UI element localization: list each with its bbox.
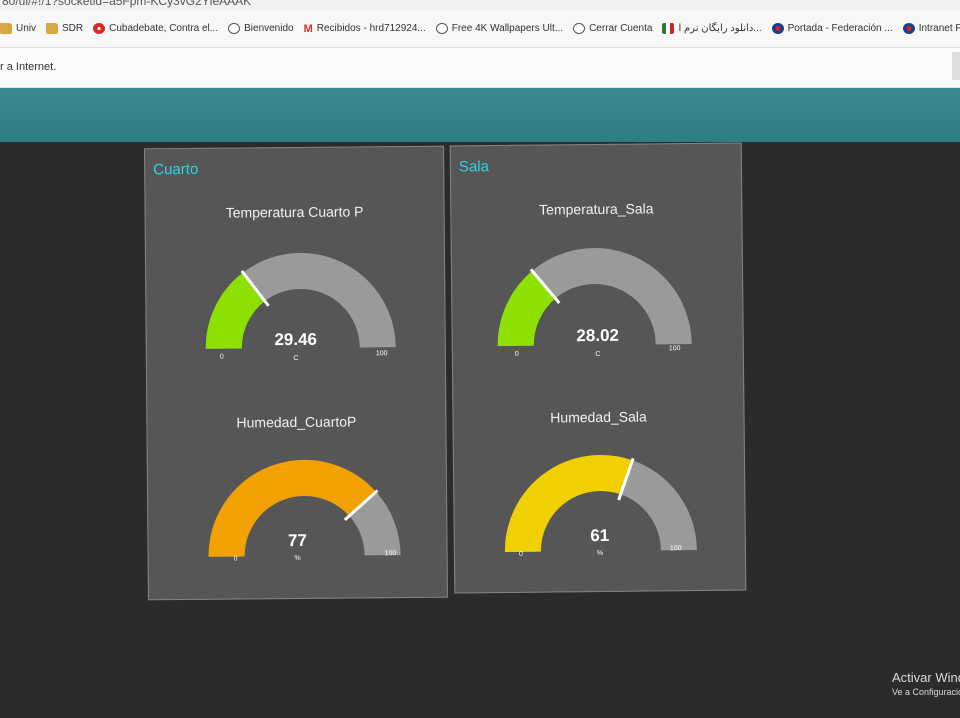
- bookmark-wallpapers[interactable]: Free 4K Wallpapers Ult...: [435, 23, 563, 34]
- notice-text: r a Internet.: [0, 61, 57, 73]
- gauge-unit: %: [294, 554, 301, 563]
- gauge-max: 100: [668, 345, 681, 353]
- gauge-title: Temperatura Cuarto P: [225, 203, 364, 221]
- folder-icon: [46, 23, 59, 34]
- bookmark-bienvenido[interactable]: Bienvenido: [228, 23, 294, 34]
- bookmark-persian[interactable]: دانلود رایگان نرم ا...: [662, 23, 762, 34]
- bookmarks-bar: Univ SDR Cubadebate, Contra el... Bienve…: [0, 10, 960, 48]
- flag-icon: [662, 23, 675, 34]
- activation-watermark: Activar Windows Ve a Configuración: [892, 670, 960, 697]
- federation-icon: [771, 23, 784, 34]
- gauge-min: 0: [518, 550, 523, 558]
- globe-icon: [435, 23, 448, 34]
- screen: 80/ui/#!/1?socketid=a5Fpm-KCy3vG2YleAAAK…: [0, 0, 960, 718]
- gauge-title: Humedad_CuartoP: [236, 413, 357, 431]
- gauge-value: 61: [590, 525, 610, 546]
- group-cuarto: Cuarto Temperatura Cuarto P 29.46 C 0 10…: [144, 145, 448, 601]
- globe-icon: [228, 23, 241, 34]
- group-sala: Sala Temperatura_Sala 28.02 C 0 100 Hume…: [449, 142, 747, 594]
- gauge-min: 0: [514, 350, 519, 358]
- url-text: 80/ui/#!/1?socketid=a5Fpm-KCy3vG2YleAAAK: [2, 0, 252, 8]
- folder-icon: [0, 23, 12, 34]
- gauge-min: 0: [233, 555, 238, 563]
- dashboard-header: [0, 88, 960, 142]
- gauge-max: 100: [669, 545, 682, 553]
- intranet-icon: [902, 23, 915, 34]
- gauge-unit: %: [596, 549, 604, 558]
- bookmark-cerrar-cuenta[interactable]: Cerrar Cuenta: [573, 23, 652, 34]
- watermark-line2: Ve a Configuración: [892, 687, 960, 697]
- gauge-max: 100: [384, 550, 397, 558]
- notice-close-button[interactable]: [952, 52, 960, 80]
- bookmark-cubadebate[interactable]: Cubadebate, Contra el...: [93, 23, 218, 34]
- notice-bar: r a Internet.: [0, 48, 960, 88]
- gauge-title: Temperatura_Sala: [539, 200, 654, 218]
- bookmark-univ[interactable]: Univ: [0, 23, 36, 34]
- bookmark-sdr[interactable]: SDR: [46, 23, 83, 34]
- gauge-value: 29.46: [274, 329, 318, 350]
- gauge-title: Humedad_Sala: [550, 408, 647, 426]
- gauge-value: 77: [287, 530, 307, 551]
- bookmark-federacion[interactable]: Portada - Federación ...: [771, 23, 893, 34]
- gauge-max: 100: [375, 350, 388, 358]
- group-title: Cuarto: [153, 160, 199, 179]
- bookmark-intranet[interactable]: Intranet FR: [902, 23, 960, 34]
- address-bar[interactable]: 80/ui/#!/1?socketid=a5Fpm-KCy3vG2YleAAAK: [0, 0, 960, 10]
- bookmark-recibidos[interactable]: M Recibidos - hrd712924...: [303, 23, 426, 35]
- group-title: Sala: [458, 158, 490, 176]
- gauge-min: 0: [219, 353, 224, 361]
- gmail-icon: M: [303, 23, 313, 35]
- watermark-line1: Activar Windows: [892, 670, 960, 685]
- gauge-unit: C: [595, 350, 601, 359]
- cubadebate-icon: [93, 23, 106, 34]
- globe-icon: [573, 23, 586, 34]
- gauge-value: 28.02: [576, 325, 620, 346]
- gauge-unit: C: [293, 354, 299, 363]
